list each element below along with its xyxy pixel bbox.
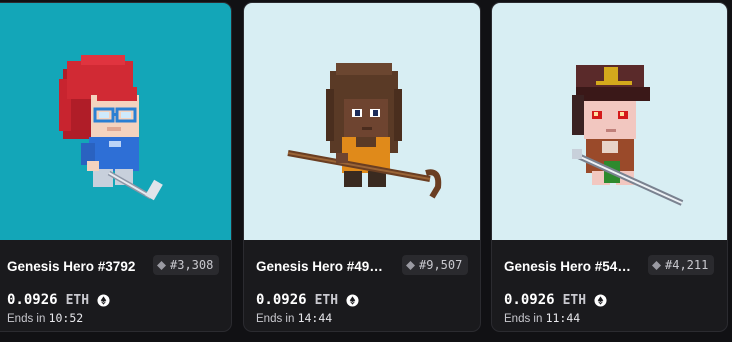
rank-value: #3,308 [170, 258, 214, 272]
rarity-rank-badge: #9,507 [402, 255, 469, 275]
auction-countdown: Ends in 11:44 [504, 311, 580, 325]
staff-hero-avatar-icon [287, 63, 442, 199]
price-row: 0.0926 ETH [256, 292, 359, 308]
nft-card[interactable]: Genesis Hero #49… #9,507 0.0926 ETH Ends… [243, 2, 481, 332]
diamond-icon [157, 260, 166, 270]
ends-time: 10:52 [48, 311, 84, 325]
nft-image[interactable] [492, 3, 727, 240]
rarity-rank-badge: #3,308 [153, 255, 220, 275]
nft-card[interactable]: Genesis Hero #54… #4,211 0.0926 ETH Ends… [491, 2, 728, 332]
ends-time: 14:44 [297, 311, 333, 325]
currency-coin-icon [594, 293, 607, 307]
rank-value: #9,507 [419, 258, 463, 272]
nft-card[interactable]: Genesis Hero #3792 #3,308 0.0926 ETH End… [0, 2, 232, 332]
ends-label: Ends in [7, 313, 46, 325]
currency-coin-icon [346, 293, 359, 307]
currency-label: ETH [562, 292, 587, 308]
golf-club-hero-avatar-icon [59, 55, 163, 201]
nft-image[interactable] [244, 3, 480, 240]
diamond-icon [406, 260, 415, 270]
price-row: 0.0926 ETH [7, 292, 110, 308]
currency-label: ETH [314, 292, 339, 308]
nft-name[interactable]: Genesis Hero #49… [256, 259, 383, 274]
ends-label: Ends in [504, 313, 543, 325]
price-value: 0.0926 [256, 292, 307, 308]
rarity-rank-badge: #4,211 [648, 255, 715, 275]
diamond-icon [652, 260, 661, 270]
rank-value: #4,211 [665, 258, 709, 272]
nft-name[interactable]: Genesis Hero #54… [504, 259, 631, 274]
price-value: 0.0926 [504, 292, 555, 308]
currency-label: ETH [65, 292, 90, 308]
nft-image[interactable] [0, 3, 231, 240]
auction-countdown: Ends in 10:52 [7, 311, 83, 325]
auction-countdown: Ends in 14:44 [256, 311, 332, 325]
ends-time: 11:44 [545, 311, 581, 325]
price-value: 0.0926 [7, 292, 58, 308]
nft-name[interactable]: Genesis Hero #3792 [7, 259, 135, 274]
price-row: 0.0926 ETH [504, 292, 607, 308]
currency-coin-icon [97, 293, 110, 307]
ends-label: Ends in [256, 313, 295, 325]
sword-hero-avatar-icon [572, 65, 684, 206]
